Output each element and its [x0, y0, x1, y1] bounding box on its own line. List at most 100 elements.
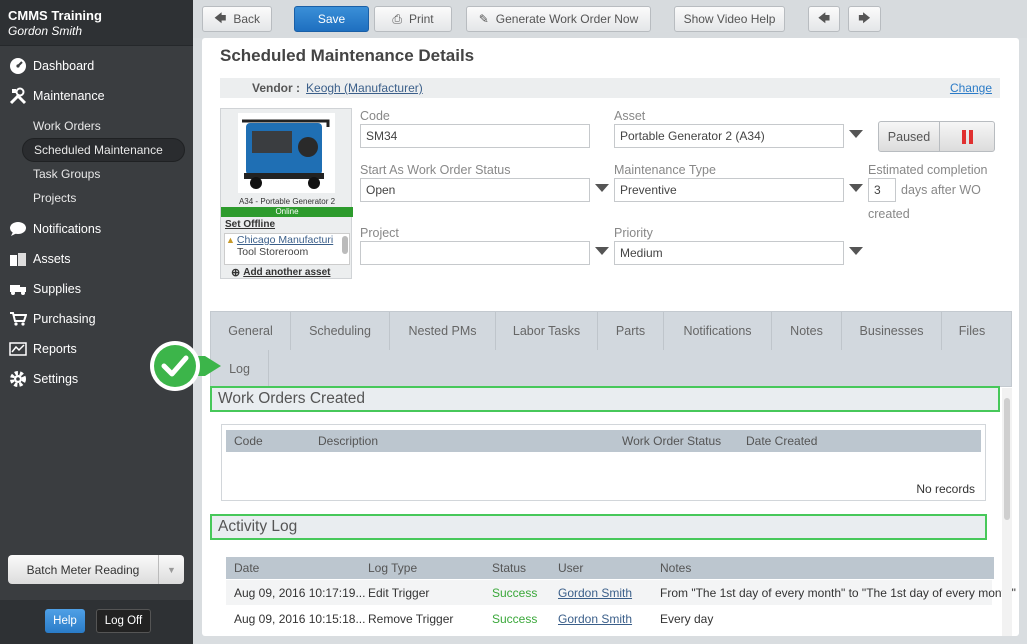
cell-log-type: Remove Trigger — [368, 612, 454, 626]
sidebar-item-label: Reports — [33, 342, 77, 356]
sidebar-item-purchasing[interactable]: Purchasing — [0, 304, 193, 334]
code-field[interactable]: SM34 — [360, 124, 590, 148]
sidebar-item-label: Settings — [33, 372, 79, 386]
tab-businesses[interactable]: Businesses — [842, 312, 942, 350]
back-button[interactable]: 🡄 Back — [202, 6, 272, 32]
tab-nested-pms[interactable]: Nested PMs — [390, 312, 496, 350]
details-panel: Scheduled Maintenance Details Vendor : K… — [202, 38, 1019, 636]
sidebar-subitem-projects[interactable]: Projects — [0, 186, 193, 210]
column-header-status[interactable]: Status — [492, 561, 526, 575]
vendor-link[interactable]: Keogh (Manufacturer) — [306, 81, 423, 95]
back-label: Back — [233, 12, 261, 26]
vendor-bar: Vendor : Keogh (Manufacturer) Change — [220, 78, 1000, 98]
table-row[interactable]: Aug 09, 2016 10:15:18... Remove Trigger … — [226, 606, 992, 631]
help-button[interactable]: Help — [45, 609, 85, 633]
add-another-asset-button[interactable]: ⊕ Add another asset — [231, 266, 330, 279]
cell-user-link[interactable]: Gordon Smith — [558, 612, 632, 626]
table-row[interactable]: Aug 09, 2016 10:17:19... Edit Trigger Su… — [226, 580, 1016, 605]
building-icon: ▲ — [226, 235, 235, 245]
tab-scheduling[interactable]: Scheduling — [291, 312, 390, 350]
chart-icon — [8, 340, 28, 358]
sidebar-item-label: Supplies — [33, 282, 81, 296]
column-header-log-type[interactable]: Log Type — [368, 561, 417, 575]
chat-icon — [8, 220, 28, 238]
column-header-date-created[interactable]: Date Created — [746, 434, 817, 448]
boxes-icon — [8, 250, 28, 268]
sidebar-item-maintenance[interactable]: Maintenance — [0, 81, 193, 111]
column-header-description[interactable]: Description — [318, 434, 378, 448]
previous-record-button[interactable]: 🡄 — [808, 6, 840, 32]
sidebar-item-supplies[interactable]: Supplies — [0, 274, 193, 304]
estimated-completion-input[interactable]: 3 — [868, 178, 896, 202]
tab-labor-tasks[interactable]: Labor Tasks — [496, 312, 598, 350]
status-dropdown-icon[interactable] — [595, 184, 609, 192]
scrollbar[interactable] — [1002, 388, 1012, 636]
start-status-select[interactable]: Open — [360, 178, 590, 202]
show-video-help-button[interactable]: Show Video Help — [674, 6, 785, 32]
priority-select[interactable]: Medium — [614, 241, 844, 265]
chevron-down-icon[interactable]: ▼ — [158, 555, 184, 584]
page-title: Scheduled Maintenance Details — [220, 46, 475, 65]
tab-parts[interactable]: Parts — [598, 312, 664, 350]
brand: CMMS Training Gordon Smith — [0, 0, 193, 46]
priority-dropdown-icon[interactable] — [849, 247, 863, 255]
add-icon: ⊕ — [231, 267, 241, 279]
code-label: Code — [360, 109, 390, 123]
column-header-notes[interactable]: Notes — [660, 561, 691, 575]
main-area: 🡄 Back Save ⎙ Print ✎ Generate Work Order N… — [193, 0, 1027, 644]
asset-label: Asset — [614, 109, 646, 123]
asset-select[interactable]: Portable Generator 2 (A34) — [614, 124, 844, 148]
dashboard-icon — [8, 57, 28, 75]
column-header-user[interactable]: User — [558, 561, 583, 575]
app-title: CMMS Training — [8, 8, 102, 23]
tab-notes[interactable]: Notes — [772, 312, 842, 350]
next-record-button[interactable]: 🡆 — [848, 6, 881, 32]
cell-notes: From "The 1st day of every month" to "Th… — [660, 586, 1016, 600]
batch-meter-reading-button[interactable]: Batch Meter Reading ▼ — [8, 555, 184, 584]
tab-bar: General Scheduling Nested PMs Labor Task… — [210, 311, 1012, 387]
asset-card: A34 - Portable Generator 2 Online Set Of… — [220, 108, 353, 279]
project-select[interactable] — [360, 241, 590, 265]
paused-toggle[interactable]: Paused — [878, 121, 995, 152]
sidebar-subitem-task-groups[interactable]: Task Groups — [0, 162, 193, 186]
estimated-completion-suffix: days after WO — [901, 183, 981, 197]
change-vendor-link[interactable]: Change — [950, 81, 992, 95]
print-button[interactable]: ⎙ Print — [374, 6, 452, 32]
cell-notes: Every day — [660, 612, 714, 626]
asset-dropdown-icon[interactable] — [849, 130, 863, 138]
sidebar-subitem-work-orders[interactable]: Work Orders — [0, 114, 193, 138]
maintenance-type-select[interactable]: Preventive — [614, 178, 844, 202]
priority-label: Priority — [614, 226, 653, 240]
truck-icon — [8, 280, 28, 298]
tab-notifications[interactable]: Notifications — [664, 312, 772, 350]
cell-user-link[interactable]: Gordon Smith — [558, 586, 632, 600]
toolbar: 🡄 Back Save ⎙ Print ✎ Generate Work Order N… — [193, 0, 1027, 38]
arrow-left-icon: 🡄 — [817, 10, 831, 25]
save-button[interactable]: Save — [294, 6, 369, 32]
sidebar-item-notifications[interactable]: Notifications — [0, 214, 193, 244]
column-header-code[interactable]: Code — [234, 434, 263, 448]
set-offline-link[interactable]: Set Offline — [225, 219, 275, 230]
cell-date: Aug 09, 2016 10:15:18... — [234, 612, 366, 626]
maintenance-type-dropdown-icon[interactable] — [849, 184, 863, 192]
asset-online-badge: Online — [221, 207, 353, 217]
generate-work-order-button[interactable]: ✎ Generate Work Order Now — [466, 6, 651, 32]
cell-status: Success — [492, 586, 538, 600]
column-header-work-order-status[interactable]: Work Order Status — [622, 434, 721, 448]
sidebar-item-assets[interactable]: Assets — [0, 244, 193, 274]
tab-files[interactable]: Files — [942, 312, 1002, 350]
generate-label: Generate Work Order Now — [495, 12, 639, 26]
vendor-label: Vendor : — [252, 81, 301, 95]
log-off-button[interactable]: Log Off — [96, 609, 151, 633]
location-link[interactable]: Chicago Manufacturi — [237, 234, 333, 246]
scrollbar-thumb[interactable] — [1004, 398, 1010, 520]
pause-icon[interactable] — [939, 122, 994, 151]
sidebar-subitem-scheduled-maintenance[interactable]: Scheduled Maintenance — [22, 138, 185, 162]
column-header-date[interactable]: Date — [234, 561, 259, 575]
scrollbar[interactable] — [342, 236, 348, 254]
start-status-label: Start As Work Order Status — [360, 163, 511, 177]
arrow-left-icon: 🡄 — [213, 10, 227, 25]
sidebar-item-dashboard[interactable]: Dashboard — [0, 51, 193, 81]
project-dropdown-icon[interactable] — [595, 247, 609, 255]
maintenance-type-label: Maintenance Type — [614, 163, 716, 177]
